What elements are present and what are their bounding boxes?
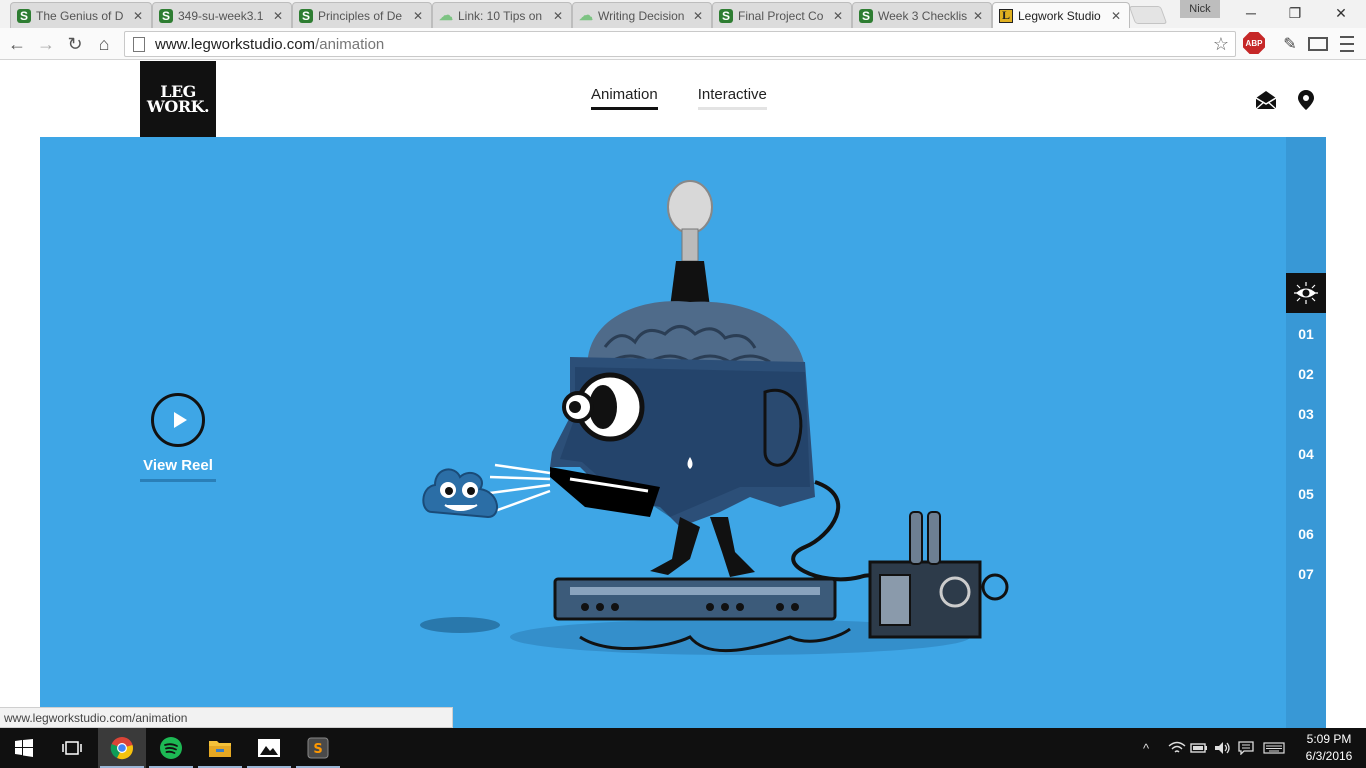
close-icon[interactable]: ✕ [413,9,425,23]
svg-text:S: S [313,742,322,757]
back-arrow-icon[interactable]: ← [5,32,29,56]
photos-icon[interactable] [245,728,293,768]
system-clock[interactable]: 5:09 PM 6/3/2016 [1296,731,1362,765]
mail-icon[interactable] [1255,89,1277,111]
tab-title: Writing Decision [598,8,685,23]
show-hidden-icons-icon[interactable]: ^ [1143,728,1149,768]
tab-title: Week 3 Checklis [878,8,968,23]
brain-head-illustration [420,180,1009,655]
address-bar[interactable]: www.legworkstudio.com/animation ☆ [124,31,1236,57]
rail-item-05[interactable]: 05 [1286,486,1326,502]
home-icon[interactable]: ⌂ [92,32,116,56]
clock-time: 5:09 PM [1306,732,1352,746]
windows-start-icon[interactable] [0,728,48,768]
browser-tab[interactable]: S 349-su-week3.1 ✕ [152,2,292,28]
logo-line-2: WORK. [146,97,210,116]
location-pin-icon[interactable] [1295,89,1317,111]
new-tab-button[interactable] [1128,6,1168,24]
browser-tab[interactable]: ☁ Link: 10 Tips on ✕ [432,2,572,28]
tab-title: Final Project Co [738,8,824,23]
eyedropper-extension-icon[interactable]: ✎ [1280,34,1300,54]
battery-icon[interactable] [1190,728,1208,768]
minimize-icon[interactable]: ─ [1228,0,1274,26]
clock-date: 6/3/2016 [1305,749,1353,763]
nav-interactive[interactable]: Interactive [697,86,767,110]
all-seeing-eye-icon[interactable] [1286,273,1326,313]
s-icon: S [719,8,733,23]
close-icon[interactable]: ✕ [553,9,565,23]
view-reel-label[interactable]: View Reel [140,457,216,482]
s-icon: S [299,8,313,23]
link-status-bubble: www.legworkstudio.com/animation [0,707,453,728]
close-icon[interactable]: ✕ [833,9,845,23]
task-view-icon[interactable] [48,728,96,768]
close-window-icon[interactable]: ✕ [1318,0,1364,26]
sublime-text-icon[interactable]: S [294,728,342,768]
page-icon [133,36,145,52]
url-path: /animation [315,35,385,53]
legwork-logo[interactable]: LEG WORK. [140,61,216,137]
browser-tab[interactable]: S Final Project Co ✕ [712,2,852,28]
browser-tab-active[interactable]: L Legwork Studio ✕ [992,2,1130,28]
rail-item-03[interactable]: 03 [1286,406,1326,422]
close-icon[interactable]: ✕ [1111,9,1123,23]
close-icon[interactable]: ✕ [693,9,705,23]
play-icon[interactable] [151,393,205,447]
chrome-menu-icon[interactable] [1340,36,1354,52]
action-center-icon[interactable] [1238,728,1254,768]
browser-tab[interactable]: S The Genius of D ✕ [10,2,152,28]
site-header: LEG WORK. Animation Interactive [0,61,1366,137]
browser-tab[interactable]: ☁ Writing Decision ✕ [572,2,712,28]
nav-animation[interactable]: Animation [591,86,658,110]
cast-icon[interactable] [1308,37,1328,51]
file-explorer-icon[interactable] [196,728,244,768]
legwork-favicon-icon: L [999,8,1013,23]
section-rail: 01 02 03 04 05 06 07 [1286,137,1326,728]
tab-title: Link: 10 Tips on [458,8,543,23]
view-reel-button[interactable]: View Reel [140,393,216,482]
tab-title: Legwork Studio [1018,8,1101,23]
cloud-icon: ☁ [439,7,453,23]
spotify-icon[interactable] [147,728,195,768]
tab-title: The Genius of D [36,8,124,23]
bookmark-star-icon[interactable]: ☆ [1213,34,1229,55]
browser-tab-strip: S The Genius of D ✕ S 349-su-week3.1 ✕ S… [0,0,1366,28]
rail-item-06[interactable]: 06 [1286,526,1326,542]
forward-arrow-icon[interactable]: → [34,32,58,56]
s-icon: S [17,8,31,23]
profile-button[interactable]: Nick [1180,0,1220,18]
tab-title: Principles of De [318,8,403,23]
close-icon[interactable]: ✕ [273,9,285,23]
volume-icon[interactable] [1214,728,1232,768]
adblock-plus-icon[interactable]: ABP [1243,32,1265,54]
close-icon[interactable]: ✕ [133,9,145,23]
network-icon[interactable] [1168,728,1186,768]
hero-animation-banner: View Reel 01 02 03 04 05 06 07 [40,137,1326,728]
reload-icon[interactable]: ↻ [63,32,87,56]
rail-item-01[interactable]: 01 [1286,326,1326,342]
main-nav: Animation Interactive [591,86,767,110]
url-host: www.legworkstudio.com [155,35,316,53]
chrome-icon[interactable] [98,728,146,768]
rail-item-02[interactable]: 02 [1286,366,1326,382]
windows-taskbar: S ^ 5:09 PM 6/3/2016 [0,728,1366,768]
browser-tab[interactable]: S Principles of De ✕ [292,2,432,28]
keyboard-icon[interactable] [1263,728,1285,768]
rail-item-07[interactable]: 07 [1286,566,1326,582]
browser-tab[interactable]: S Week 3 Checklis ✕ [852,2,992,28]
s-icon: S [159,8,173,23]
rail-item-04[interactable]: 04 [1286,446,1326,462]
close-icon[interactable]: ✕ [973,9,985,23]
browser-toolbar: ← → ↻ ⌂ www.legworkstudio.com/animation … [0,28,1366,60]
cloud-icon: ☁ [579,7,593,23]
tab-title: 349-su-week3.1 [178,8,264,23]
restore-icon[interactable]: ❐ [1272,0,1318,26]
s-icon: S [859,8,873,23]
